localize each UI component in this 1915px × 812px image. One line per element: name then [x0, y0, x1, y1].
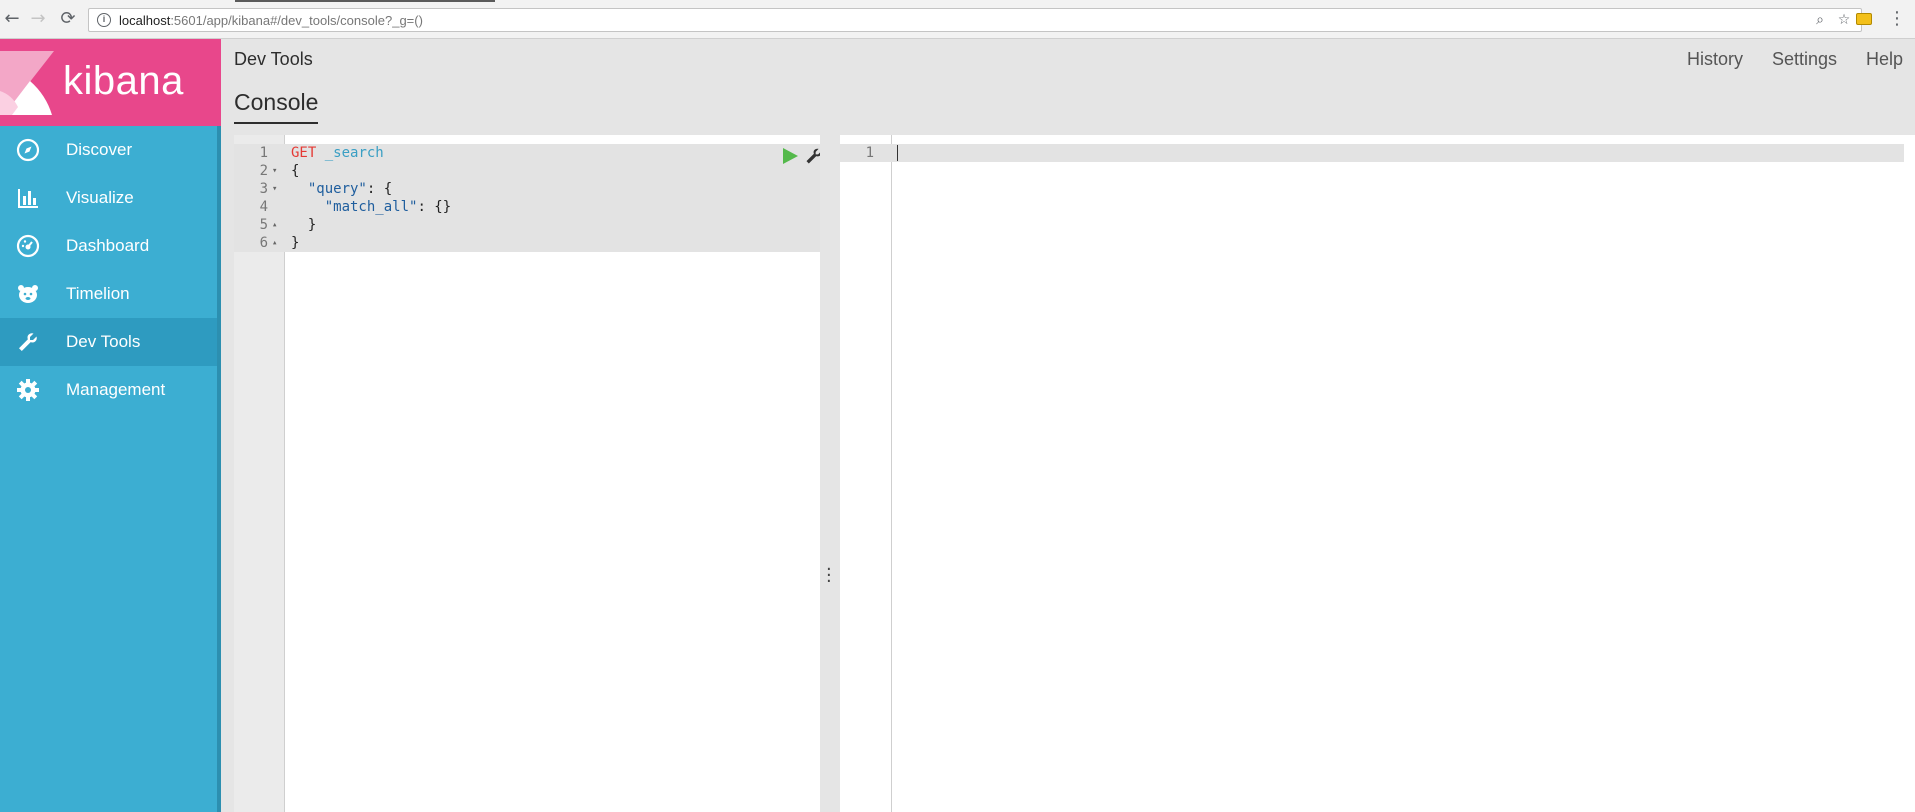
fold-toggle-icon[interactable]: ▴	[272, 234, 282, 252]
tab-console[interactable]: Console	[234, 89, 319, 124]
fold-toggle-icon[interactable]: ▾	[272, 180, 282, 198]
line-number: 2	[259, 163, 268, 179]
sidebar-item-dashboard[interactable]: Dashboard	[0, 222, 217, 270]
line-number: 4	[259, 199, 268, 215]
sidebar-item-discover[interactable]: Discover	[0, 126, 217, 174]
bar-chart-icon	[18, 189, 38, 208]
line-number: 3	[259, 181, 268, 197]
play-icon[interactable]	[781, 147, 799, 165]
line-code: }	[291, 217, 317, 233]
panel-resizer[interactable]: · · ·	[820, 135, 840, 812]
line-number: 5	[259, 217, 268, 233]
gear-icon	[17, 379, 39, 401]
dashboard-icon	[16, 234, 40, 258]
sidebar-item-label: Dev Tools	[66, 332, 141, 351]
sidebar-item-label: Dashboard	[66, 236, 150, 255]
kibana-logo-text: kibana	[63, 59, 184, 103]
kibana-logo-icon	[0, 51, 54, 115]
request-editor[interactable]: 1 GET _search 2 ▾ { 3 ▾ "query": { 4 "ma…	[234, 135, 822, 812]
line-code: "match_all": {}	[291, 198, 451, 216]
request-url: _search	[324, 145, 384, 161]
timelion-icon	[18, 285, 38, 303]
extension-icon[interactable]	[1856, 13, 1872, 25]
http-method: GET	[291, 145, 317, 161]
browser-toolbar: ← → ⟳ i localhost:5601/app/kibana#/dev_t…	[0, 0, 1915, 39]
editor-line[interactable]: 1 GET _search	[234, 144, 820, 162]
editor-line[interactable]: 5 ▴ }	[234, 216, 820, 234]
settings-link[interactable]: Settings	[1772, 49, 1837, 70]
line-number: 1	[259, 145, 268, 161]
sidebar-item-label: Timelion	[66, 284, 130, 303]
reload-icon[interactable]: ⟳	[58, 9, 78, 29]
sidebar-item-visualize[interactable]: Visualize	[0, 174, 217, 222]
sidebar-item-label: Management	[66, 380, 166, 399]
json-key: "query"	[307, 181, 367, 197]
json-key: "match_all"	[324, 199, 418, 215]
compass-icon	[16, 138, 40, 162]
history-link[interactable]: History	[1687, 49, 1743, 70]
line-number: 6	[259, 235, 268, 251]
help-link[interactable]: Help	[1866, 49, 1903, 70]
wrench-icon	[19, 333, 37, 351]
app-header: Dev Tools History Settings Help Console	[221, 39, 1915, 127]
zoom-icon[interactable]: ⌕	[1812, 12, 1828, 28]
sidebar-item-label: Discover	[66, 140, 133, 159]
console-area: 1 GET _search 2 ▾ { 3 ▾ "query": { 4 "ma…	[221, 127, 1915, 812]
text-cursor	[897, 145, 898, 161]
sidebar-item-timelion[interactable]: Timelion	[0, 270, 217, 318]
tab-indicator	[235, 0, 495, 2]
sidebar-item-dev-tools[interactable]: Dev Tools	[0, 318, 217, 366]
drag-handle-icon[interactable]: · · ·	[826, 561, 832, 591]
sidebar: kibana Discover Visualize Dashboard Time…	[0, 39, 221, 812]
response-output[interactable]: 1	[840, 135, 1915, 812]
kibana-logo[interactable]: kibana	[0, 39, 221, 126]
editor-line[interactable]: 3 ▾ "query": {	[234, 180, 820, 198]
output-active-line	[840, 144, 1904, 162]
address-bar[interactable]: i localhost:5601/app/kibana#/dev_tools/c…	[88, 8, 1862, 32]
json-punct: : {}	[417, 199, 452, 215]
line-code: "query": {	[291, 180, 392, 198]
sidebar-item-label: Visualize	[66, 188, 134, 207]
line-code: GET _search	[291, 144, 384, 162]
url-text[interactable]: localhost:5601/app/kibana#/dev_tools/con…	[119, 13, 423, 28]
json-punct: : {	[366, 181, 393, 197]
line-code: {	[291, 163, 300, 179]
browser-menu-icon[interactable]: ⋮	[1888, 9, 1906, 29]
star-icon[interactable]: ☆	[1836, 12, 1852, 28]
editor-line[interactable]: 6 ▴ }	[234, 234, 820, 252]
line-number: 1	[865, 145, 874, 161]
sidebar-item-management[interactable]: Management	[0, 366, 217, 414]
info-icon[interactable]: i	[97, 13, 111, 27]
page-title: Dev Tools	[234, 49, 313, 69]
fold-toggle-icon[interactable]: ▾	[272, 162, 282, 180]
editor-line[interactable]: 4 "match_all": {}	[234, 198, 820, 216]
line-code: }	[291, 235, 300, 251]
output-gutter	[840, 135, 892, 812]
back-arrow-icon[interactable]: ←	[2, 9, 22, 29]
forward-arrow-icon[interactable]: →	[28, 9, 48, 29]
editor-line[interactable]: 2 ▾ {	[234, 162, 820, 180]
fold-toggle-icon[interactable]: ▴	[272, 216, 282, 234]
